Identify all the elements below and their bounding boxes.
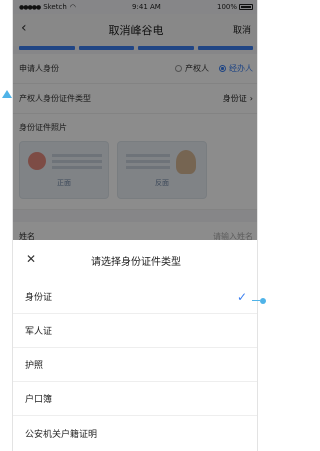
sheet-header: ✕ 请选择身份证件类型 — [13, 240, 257, 280]
phone-screen: ●●●●● Sketch ◠ 9:41 AM 100% ‹ 取消峰谷电 取消 申… — [12, 0, 258, 451]
checkmark-icon: ✓ — [236, 289, 247, 304]
annotation-marker-triangle — [2, 90, 12, 98]
option-police-certificate[interactable]: 公安机关户籍证明 — [13, 416, 257, 450]
close-icon[interactable]: ✕ — [26, 252, 36, 266]
annotation-marker-line — [252, 300, 260, 301]
id-type-bottom-sheet: ✕ 请选择身份证件类型 身份证 ✓ 军人证 护照 户口簿 公安机关户籍证明 — [13, 240, 257, 451]
option-military-id[interactable]: 军人证 — [13, 314, 257, 348]
option-label: 户口簿 — [25, 395, 53, 405]
option-id-card[interactable]: 身份证 ✓ — [13, 280, 257, 314]
option-label: 护照 — [25, 361, 44, 371]
option-label: 公安机关户籍证明 — [25, 429, 98, 440]
sheet-title: 请选择身份证件类型 — [91, 256, 181, 268]
option-passport[interactable]: 护照 — [13, 348, 257, 382]
annotation-marker-dot — [260, 298, 266, 304]
option-household-register[interactable]: 户口簿 — [13, 382, 257, 416]
option-label: 军人证 — [25, 327, 53, 337]
option-label: 身份证 — [25, 293, 53, 303]
